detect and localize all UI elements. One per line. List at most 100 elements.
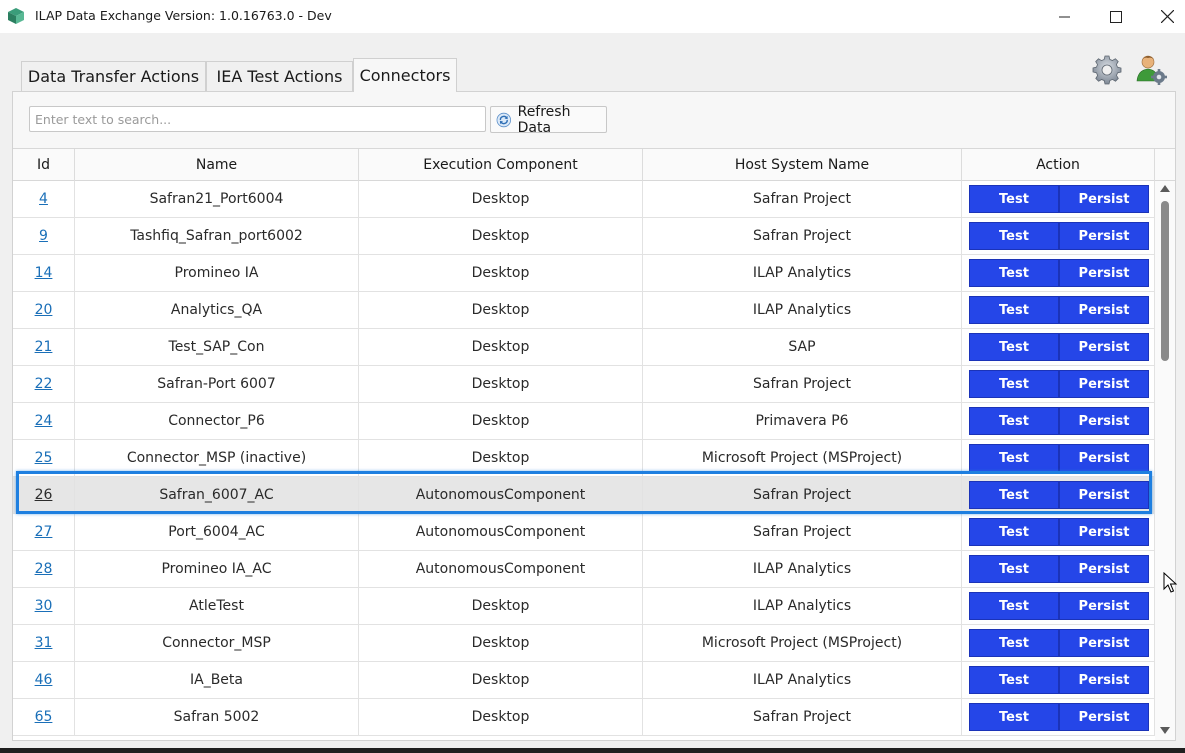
cell-name: Connector_P6 <box>75 403 359 439</box>
connector-id-link[interactable]: 14 <box>35 265 53 281</box>
close-button[interactable] <box>1144 0 1185 33</box>
search-input[interactable] <box>29 106 486 132</box>
cell-host-system-name: Safran Project <box>643 477 962 513</box>
table-row[interactable]: 25 Connector_MSP (inactive) Desktop Microso… <box>13 440 1155 477</box>
connector-id-link[interactable]: 46 <box>35 672 53 688</box>
test-button[interactable]: Test <box>969 296 1059 324</box>
table-row[interactable]: 4 Safran21_Port6004 Desktop Safran Project T… <box>13 181 1155 218</box>
persist-button[interactable]: Persist <box>1059 592 1149 620</box>
connector-id-link[interactable]: 31 <box>35 635 53 651</box>
scroll-up-arrow-icon[interactable] <box>1160 185 1170 192</box>
persist-button[interactable]: Persist <box>1059 333 1149 361</box>
connector-id-link[interactable]: 26 <box>35 487 53 503</box>
connector-id-link[interactable]: 65 <box>35 709 53 725</box>
column-header-name[interactable]: Name <box>75 149 359 181</box>
cell-host-system-name: Primavera P6 <box>643 403 962 439</box>
test-button[interactable]: Test <box>969 629 1059 657</box>
persist-button[interactable]: Persist <box>1059 370 1149 398</box>
title-bar: ILAP Data Exchange Version: 1.0.16763.0 … <box>0 0 1185 33</box>
test-button[interactable]: Test <box>969 592 1059 620</box>
column-header-host-system-name[interactable]: Host System Name <box>643 149 962 181</box>
cell-execution-component: Desktop <box>359 403 643 439</box>
scroll-down-arrow-icon[interactable] <box>1160 727 1170 734</box>
minimize-button[interactable] <box>1042 0 1088 33</box>
persist-button[interactable]: Persist <box>1059 185 1149 213</box>
app-window: ILAP Data Exchange Version: 1.0.16763.0 … <box>0 0 1185 748</box>
tab-iea-test-actions[interactable]: IEA Test Actions <box>206 61 353 91</box>
persist-button[interactable]: Persist <box>1059 518 1149 546</box>
test-button[interactable]: Test <box>969 370 1059 398</box>
persist-button[interactable]: Persist <box>1059 407 1149 435</box>
maximize-button[interactable] <box>1093 0 1139 33</box>
table-row[interactable]: 14 Promineo IA Desktop ILAP Analytics Test Pe… <box>13 255 1155 292</box>
connector-id-link[interactable]: 30 <box>35 598 53 614</box>
connectors-panel: Refresh Data Id Name Execution Component… <box>12 91 1176 741</box>
grid-header: Id Name Execution Component Host System … <box>13 148 1175 181</box>
test-button[interactable]: Test <box>969 407 1059 435</box>
test-button[interactable]: Test <box>969 666 1059 694</box>
test-button[interactable]: Test <box>969 555 1059 583</box>
connector-id-link[interactable]: 21 <box>35 339 53 355</box>
persist-button[interactable]: Persist <box>1059 629 1149 657</box>
test-button[interactable]: Test <box>969 444 1059 472</box>
persist-button[interactable]: Persist <box>1059 481 1149 509</box>
scrollbar-thumb[interactable] <box>1161 201 1169 361</box>
persist-button[interactable]: Persist <box>1059 666 1149 694</box>
connector-id-link[interactable]: 28 <box>35 561 53 577</box>
test-button[interactable]: Test <box>969 333 1059 361</box>
gear-icon[interactable] <box>1091 54 1123 86</box>
cell-id: 24 <box>13 403 75 439</box>
table-row[interactable]: 24 Connector_P6 Desktop Primavera P6 Test Per… <box>13 403 1155 440</box>
cell-name: IA_Beta <box>75 662 359 698</box>
cell-id: 65 <box>13 699 75 735</box>
connector-id-link[interactable]: 27 <box>35 524 53 540</box>
connector-id-link[interactable]: 22 <box>35 376 53 392</box>
cell-id: 14 <box>13 255 75 291</box>
persist-button[interactable]: Persist <box>1059 444 1149 472</box>
cell-name: AtleTest <box>75 588 359 624</box>
persist-button[interactable]: Persist <box>1059 703 1149 731</box>
test-button[interactable]: Test <box>969 259 1059 287</box>
table-row[interactable]: 65 Safran 5002 Desktop Safran Project Test Pe… <box>13 699 1155 736</box>
persist-button[interactable]: Persist <box>1059 296 1149 324</box>
table-row[interactable]: 21 Test_SAP_Con Desktop SAP Test Persist <box>13 329 1155 366</box>
cell-name: Tashfiq_Safran_port6002 <box>75 218 359 254</box>
cell-name: Connector_MSP <box>75 625 359 661</box>
column-header-execution-component[interactable]: Execution Component <box>359 149 643 181</box>
cell-host-system-name: ILAP Analytics <box>643 588 962 624</box>
persist-button[interactable]: Persist <box>1059 259 1149 287</box>
vertical-scrollbar[interactable] <box>1155 181 1175 740</box>
test-button[interactable]: Test <box>969 703 1059 731</box>
connector-id-link[interactable]: 25 <box>35 450 53 466</box>
test-button[interactable]: Test <box>969 185 1059 213</box>
table-row[interactable]: 27 Port_6004_AC AutonomousComponent Safran … <box>13 514 1155 551</box>
window-title: ILAP Data Exchange Version: 1.0.16763.0 … <box>35 8 332 23</box>
table-row[interactable]: 22 Safran-Port 6007 Desktop Safran Project T… <box>13 366 1155 403</box>
table-row[interactable]: 26 Safran_6007_AC AutonomousComponent Safra… <box>13 477 1155 514</box>
test-button[interactable]: Test <box>969 518 1059 546</box>
refresh-data-button[interactable]: Refresh Data <box>490 104 607 136</box>
connector-id-link[interactable]: 4 <box>39 191 48 207</box>
cell-execution-component: AutonomousComponent <box>359 514 643 550</box>
tab-connectors[interactable]: Connectors <box>353 58 457 92</box>
persist-button[interactable]: Persist <box>1059 222 1149 250</box>
table-row[interactable]: 31 Connector_MSP Desktop Microsoft Project … <box>13 625 1155 662</box>
connector-id-link[interactable]: 20 <box>35 302 53 318</box>
column-header-id[interactable]: Id <box>13 149 75 181</box>
cell-name: Safran 5002 <box>75 699 359 735</box>
table-row[interactable]: 28 Promineo IA_AC AutonomousComponent ILAP … <box>13 551 1155 588</box>
table-row[interactable]: 30 AtleTest Desktop ILAP Analytics Test Persi… <box>13 588 1155 625</box>
test-button[interactable]: Test <box>969 481 1059 509</box>
table-row[interactable]: 46 IA_Beta Desktop ILAP Analytics Test Persis… <box>13 662 1155 699</box>
tab-data-transfer-actions[interactable]: Data Transfer Actions <box>21 61 206 91</box>
table-row[interactable]: 20 Analytics_QA Desktop ILAP Analytics Test P… <box>13 292 1155 329</box>
persist-button[interactable]: Persist <box>1059 555 1149 583</box>
table-row[interactable]: 9 Tashfiq_Safran_port6002 Desktop Safran Pr… <box>13 218 1155 255</box>
test-button[interactable]: Test <box>969 222 1059 250</box>
cell-name: Safran21_Port6004 <box>75 181 359 217</box>
cell-id: 21 <box>13 329 75 365</box>
connector-id-link[interactable]: 24 <box>35 413 53 429</box>
cell-name: Promineo IA_AC <box>75 551 359 587</box>
user-settings-icon[interactable] <box>1135 53 1167 85</box>
connector-id-link[interactable]: 9 <box>39 228 48 244</box>
